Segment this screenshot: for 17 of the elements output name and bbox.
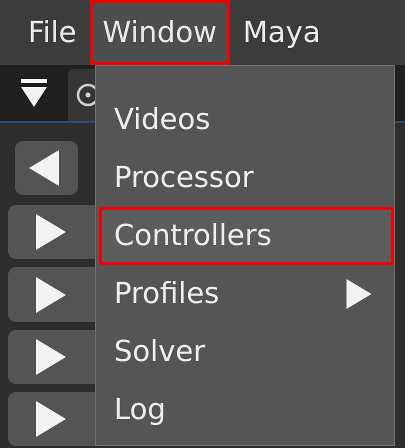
menu-item[interactable]: Log [99,381,394,439]
play-icon [36,276,66,312]
play-icon [36,338,66,375]
back-button[interactable] [15,141,78,196]
menu-item[interactable]: Videos [99,91,394,149]
left-arrow-icon [29,150,59,186]
submenu-arrow-icon [345,279,373,309]
menu-item[interactable]: File [15,0,90,65]
menu-item[interactable]: Maya [230,0,334,65]
play-icon [36,400,66,437]
play-icon [36,214,66,250]
menu-item[interactable]: Processor [99,149,394,207]
menu-item[interactable]: Window [90,0,230,65]
menu-item[interactable]: Controllers [99,207,394,265]
menu-item[interactable]: Profiles [99,265,394,323]
filter-icon[interactable] [19,79,49,107]
menu-item[interactable]: Solver [99,323,394,381]
